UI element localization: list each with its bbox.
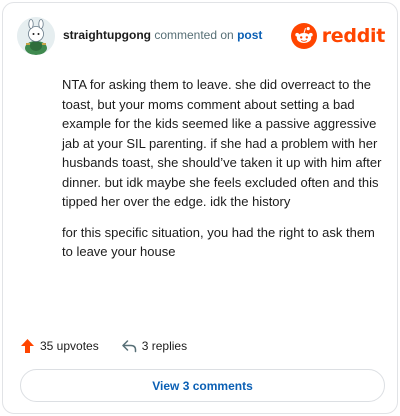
comment-card: straightupgong commented on post reddit … <box>2 2 398 414</box>
reddit-brand[interactable]: reddit <box>290 22 386 50</box>
comment-meta: straightupgong commented on post <box>63 28 262 42</box>
avatar[interactable] <box>17 17 55 55</box>
commented-on-text: commented on <box>154 28 234 42</box>
reply-arrow-icon <box>121 340 136 353</box>
upvote-arrow-icon <box>21 339 34 353</box>
comment-paragraph: NTA for asking them to leave. she did ov… <box>62 77 382 209</box>
upvote-button[interactable]: 35 upvotes <box>20 338 99 354</box>
upvote-count: 35 upvotes <box>40 339 99 353</box>
comment-actions: 35 upvotes 3 replies <box>20 336 187 356</box>
username-link[interactable]: straightupgong <box>63 28 151 42</box>
comment-header: straightupgong commented on post reddit <box>17 17 385 55</box>
brand-wordmark: reddit <box>321 25 386 47</box>
avatar-icon <box>17 17 55 55</box>
comment-body: NTA for asking them to leave. she did ov… <box>62 75 384 273</box>
replies-button[interactable]: 3 replies <box>121 339 187 353</box>
post-link[interactable]: post <box>237 28 262 42</box>
view-comments-button[interactable]: View 3 comments <box>20 369 385 402</box>
comment-paragraph: for this specific situation, you had the… <box>62 224 375 260</box>
reddit-snoo-icon <box>290 23 317 49</box>
replies-count: 3 replies <box>141 339 188 353</box>
